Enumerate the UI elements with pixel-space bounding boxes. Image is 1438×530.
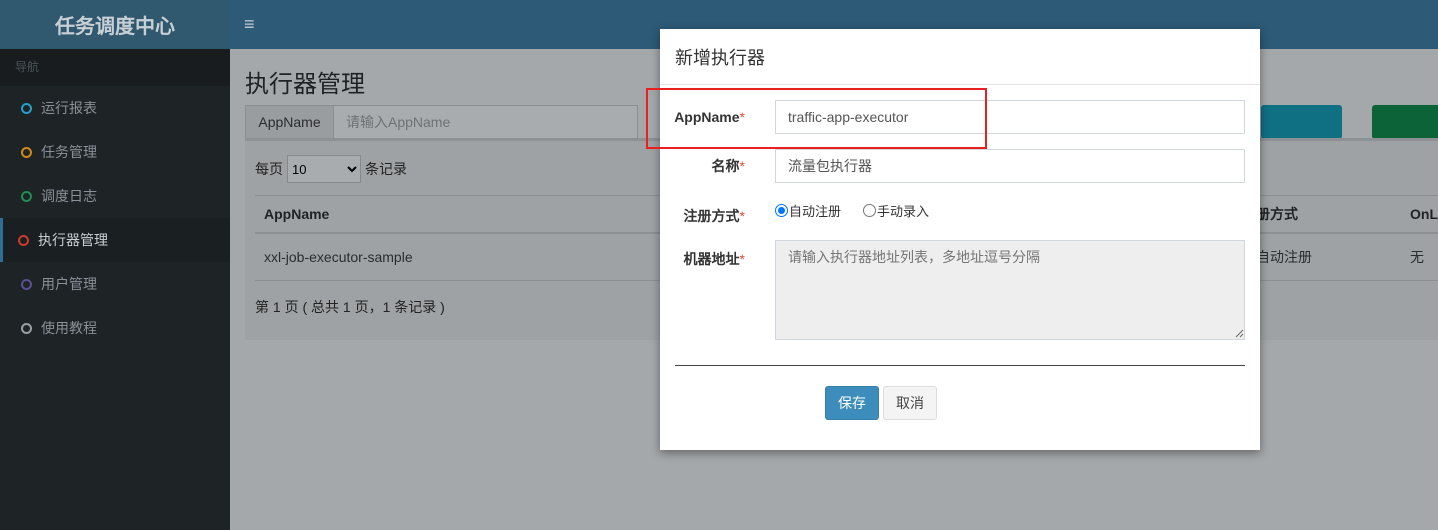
modal-divider bbox=[675, 365, 1245, 366]
circle-icon bbox=[18, 234, 29, 246]
sidebar-item[interactable]: 执行器管理 bbox=[0, 218, 230, 262]
radio-manual-entry[interactable] bbox=[863, 204, 877, 217]
sidebar-item[interactable]: 调度日志 bbox=[0, 174, 230, 218]
appname-label: AppName* bbox=[660, 109, 745, 125]
circle-icon bbox=[21, 322, 32, 334]
save-button[interactable]: 保存 bbox=[825, 386, 879, 420]
pagination-info: 第 1 页 ( 总共 1 页，1 条记录 ) bbox=[255, 299, 445, 315]
sidebar: 任务调度中心 导航 运行报表任务管理调度日志执行器管理用户管理使用教程 bbox=[0, 0, 230, 530]
app-logo[interactable]: 任务调度中心 bbox=[0, 0, 230, 49]
address-label: 机器地址* bbox=[660, 240, 745, 340]
modal-title: 新增执行器 bbox=[660, 29, 1260, 85]
form-row-appname: AppName* bbox=[660, 100, 1260, 134]
sidebar-nav: 运行报表任务管理调度日志执行器管理用户管理使用教程 bbox=[0, 86, 230, 350]
address-label-text: 机器地址 bbox=[683, 251, 740, 267]
required-mark: * bbox=[739, 158, 745, 174]
page-title: 执行器管理 bbox=[245, 71, 365, 98]
column-header-reg-type[interactable]: 册方式 bbox=[1255, 195, 1401, 234]
nav-header: 导航 bbox=[0, 49, 230, 86]
reg-type-label: 注册方式* bbox=[660, 206, 745, 226]
address-textarea[interactable] bbox=[775, 240, 1245, 340]
cell-online: 无 bbox=[1401, 232, 1438, 281]
pagesize-control: 每页 10 条记录 bbox=[255, 155, 407, 183]
reg-type-label-text: 注册方式 bbox=[683, 208, 740, 224]
pagesize-select[interactable]: 10 bbox=[287, 155, 361, 183]
radio-auto-register-label[interactable]: 自动注册 bbox=[789, 201, 841, 220]
radio-manual-entry-label[interactable]: 手动录入 bbox=[877, 201, 929, 220]
radio-auto-register[interactable] bbox=[775, 204, 788, 217]
resize-grip-icon[interactable] bbox=[1234, 328, 1244, 338]
sidebar-item[interactable]: 任务管理 bbox=[0, 130, 230, 174]
name-field[interactable] bbox=[775, 149, 1245, 183]
pagesize-suffix: 条记录 bbox=[365, 161, 407, 177]
circle-icon bbox=[21, 102, 32, 114]
name-label-text: 名称 bbox=[711, 158, 740, 174]
circle-icon bbox=[21, 146, 32, 158]
search-button[interactable] bbox=[1261, 105, 1342, 139]
form-row-address: 机器地址* bbox=[660, 240, 1260, 340]
sidebar-item-label: 任务管理 bbox=[41, 144, 97, 160]
form-row-reg-type: 注册方式* 自动注册 手动录入 bbox=[660, 204, 1260, 226]
add-executor-modal: 新增执行器 AppName* 名称* 注册方式* 自动注册 手动录入 机器地址*… bbox=[660, 29, 1260, 450]
sidebar-item-label: 使用教程 bbox=[41, 320, 97, 336]
search-addon-label: AppName bbox=[246, 106, 334, 138]
circle-icon bbox=[21, 190, 32, 202]
appname-search-input[interactable] bbox=[334, 106, 637, 138]
required-mark: * bbox=[739, 109, 745, 125]
appname-label-text: AppName bbox=[674, 109, 740, 125]
cell-reg-type: 自动注册 bbox=[1255, 232, 1401, 281]
sidebar-item[interactable]: 使用教程 bbox=[0, 306, 230, 350]
form-row-name: 名称* bbox=[660, 149, 1260, 183]
sidebar-item-label: 用户管理 bbox=[41, 276, 97, 292]
menu-toggle-icon[interactable]: ≡ bbox=[244, 14, 255, 34]
sidebar-item[interactable]: 运行报表 bbox=[0, 86, 230, 130]
required-mark: * bbox=[739, 208, 745, 224]
reg-type-radio-group: 自动注册 手动录入 bbox=[775, 201, 929, 220]
sidebar-item-label: 运行报表 bbox=[41, 100, 97, 116]
circle-icon bbox=[21, 278, 32, 290]
pagesize-prefix: 每页 bbox=[255, 161, 283, 177]
required-mark: * bbox=[739, 251, 745, 267]
cancel-button[interactable]: 取消 bbox=[883, 386, 937, 420]
column-header-online[interactable]: OnL bbox=[1401, 195, 1438, 234]
appname-field[interactable] bbox=[775, 100, 1245, 134]
sidebar-item-label: 调度日志 bbox=[41, 188, 97, 204]
sidebar-item[interactable]: 用户管理 bbox=[0, 262, 230, 306]
add-button[interactable] bbox=[1372, 105, 1438, 139]
sidebar-item-label: 执行器管理 bbox=[38, 232, 108, 248]
name-label: 名称* bbox=[660, 156, 745, 176]
search-group: AppName bbox=[245, 105, 638, 139]
